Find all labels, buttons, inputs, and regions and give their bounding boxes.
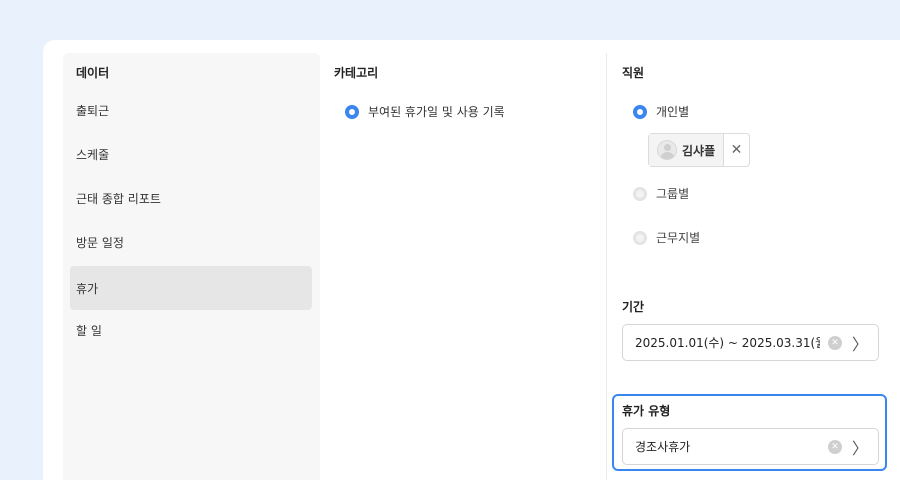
data-item-label: 방문 일정: [76, 235, 124, 250]
selected-employee-chip: 김샤플 ✕: [648, 133, 750, 167]
category-column-title: 카테고리: [334, 66, 379, 80]
radio-selected-icon: [345, 104, 359, 119]
leave-type-select[interactable]: 경조사휴가 ✕ 〉: [622, 428, 879, 465]
employee-option-label: 개인별: [656, 105, 690, 119]
chip-employee-name: 김샤플: [682, 143, 716, 158]
employee-section-title: 직원: [622, 66, 645, 80]
column-divider: [606, 53, 607, 480]
leave-type-value: 경조사휴가: [635, 440, 691, 454]
data-item-schedule[interactable]: 스케줄: [70, 132, 312, 176]
chip-body: 김샤플: [649, 134, 723, 166]
clear-icon[interactable]: ✕: [828, 439, 842, 454]
data-item-visit-schedule[interactable]: 방문 일정: [70, 220, 312, 264]
data-item-attendance[interactable]: 출퇴근: [70, 88, 312, 132]
category-option-leave-records[interactable]: 부여된 휴가일 및 사용 기록: [345, 103, 505, 120]
chevron-right-icon[interactable]: 〉: [842, 435, 878, 459]
radio-selected-icon: [633, 104, 647, 119]
period-value: 2025.01.01(수) ~ 2025.03.31(월): [635, 336, 820, 350]
data-item-todo[interactable]: 할 일: [70, 308, 312, 352]
close-icon: ✕: [730, 142, 743, 158]
employee-option-label: 그룹별: [656, 187, 690, 201]
data-item-label: 근태 종합 리포트: [76, 191, 161, 206]
category-option-label: 부여된 휴가일 및 사용 기록: [368, 105, 505, 119]
data-item-label: 휴가: [76, 281, 99, 296]
period-select[interactable]: 2025.01.01(수) ~ 2025.03.31(월) ✕ 〉: [622, 324, 879, 361]
period-section-title: 기간: [622, 300, 645, 314]
data-item-attendance-report[interactable]: 근태 종합 리포트: [70, 176, 312, 220]
radio-unselected-icon: [633, 186, 647, 201]
chevron-right-icon[interactable]: 〉: [842, 331, 878, 355]
avatar-icon: [657, 140, 677, 160]
chip-remove-button[interactable]: ✕: [723, 134, 749, 166]
data-item-label: 할 일: [76, 323, 102, 338]
data-item-label: 스케줄: [76, 147, 110, 162]
employee-option-group[interactable]: 그룹별: [633, 185, 689, 202]
employee-option-individual[interactable]: 개인별: [633, 103, 689, 120]
leave-type-section-title: 휴가 유형: [622, 404, 671, 418]
employee-option-workplace[interactable]: 근무지별: [633, 229, 700, 246]
data-column-title: 데이터: [76, 66, 110, 80]
clear-icon[interactable]: ✕: [828, 335, 842, 350]
data-item-leave[interactable]: 휴가: [70, 266, 312, 310]
data-item-label: 출퇴근: [76, 103, 110, 118]
employee-option-label: 근무지별: [656, 231, 701, 245]
radio-unselected-icon: [633, 230, 647, 245]
